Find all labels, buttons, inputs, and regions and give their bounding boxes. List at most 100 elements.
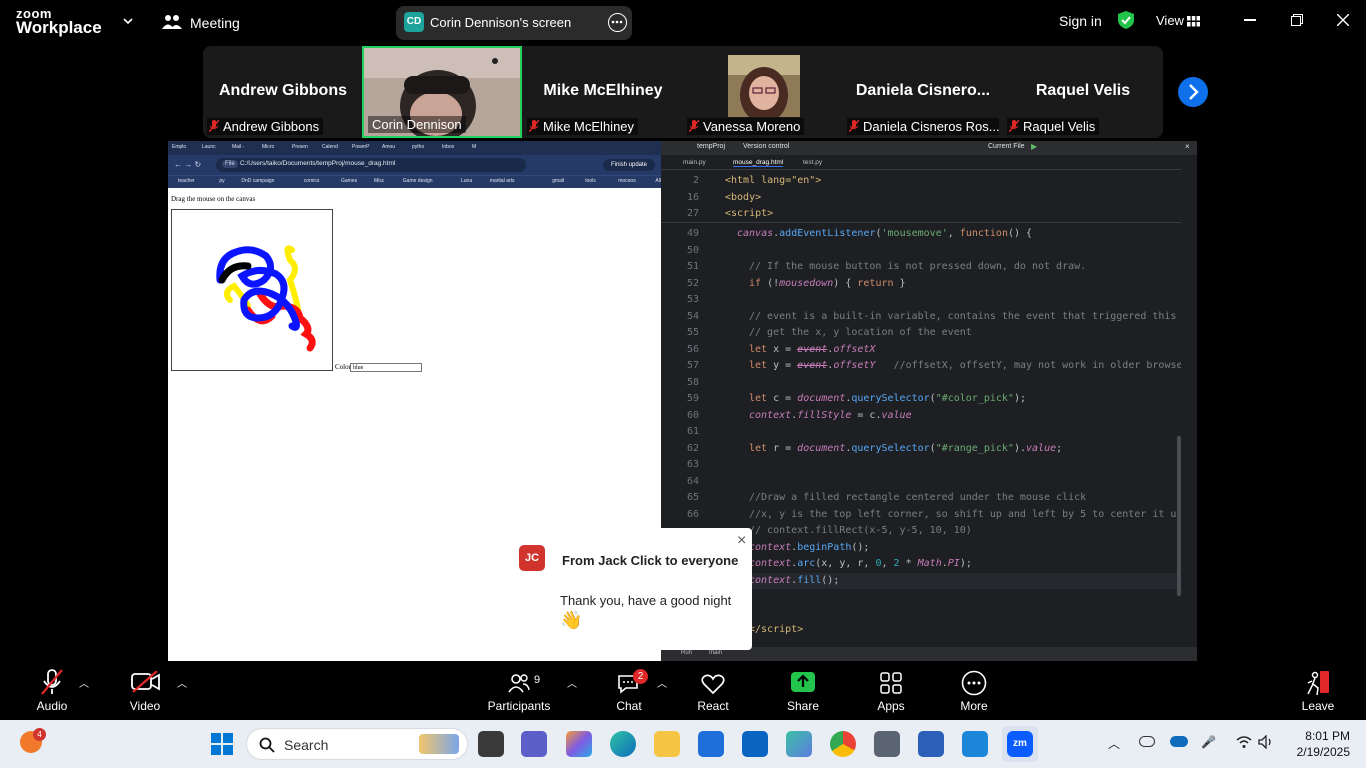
minimize-icon[interactable] (1244, 19, 1256, 21)
edge-icon[interactable] (610, 731, 636, 757)
wifi-icon[interactable] (1236, 735, 1252, 754)
editor-scrollbar[interactable] (1177, 436, 1181, 596)
editor-tab-active[interactable]: mouse_drag.html (733, 159, 784, 167)
chevron-down-icon[interactable] (122, 14, 134, 26)
volume-icon[interactable] (1258, 734, 1274, 754)
sticky-line[interactable]: <body> (725, 190, 761, 207)
participants-chevron-icon[interactable]: ︿ (567, 675, 577, 690)
calculator-icon[interactable] (874, 731, 900, 757)
bookmark-item[interactable]: gmail (552, 178, 564, 184)
browser-tab[interactable]: Mail - (232, 144, 244, 150)
bookmark-item[interactable]: mocoos (618, 178, 636, 184)
close-icon[interactable] (1336, 13, 1350, 27)
chrome-icon[interactable] (830, 731, 856, 757)
bookmark-item[interactable]: teacher (178, 178, 195, 184)
meeting-info-icon[interactable] (162, 13, 182, 31)
copilot-icon[interactable] (566, 731, 592, 757)
browser-tab[interactable]: Presen (292, 144, 308, 150)
onedrive-icon[interactable] (1170, 736, 1188, 747)
view-button[interactable]: View (1156, 13, 1184, 28)
grid-view-icon[interactable] (1187, 14, 1201, 27)
browser-tab[interactable]: Micro (262, 144, 274, 150)
video-button[interactable]: Video (117, 661, 173, 720)
editor-tab[interactable]: main.py (683, 159, 706, 166)
vscode-icon[interactable] (962, 731, 988, 757)
bookmark-item[interactable]: Games (341, 178, 357, 184)
onedrive-personal-icon[interactable] (1139, 736, 1155, 747)
browser-tab[interactable]: Amou (382, 144, 395, 150)
bookmark-item[interactable]: DnD campaign (241, 178, 274, 184)
drawing-canvas[interactable] (171, 209, 333, 371)
more-options-icon[interactable] (608, 13, 627, 32)
bookmark-item[interactable]: tools (585, 178, 596, 184)
leave-button[interactable]: Leave (1295, 661, 1341, 720)
editor-tab[interactable]: test.py (803, 159, 822, 166)
windows-start-icon[interactable] (211, 733, 233, 760)
apps-button[interactable]: Apps (868, 661, 914, 720)
store-icon[interactable] (698, 731, 724, 757)
microsoft-365-icon[interactable] (786, 731, 812, 757)
restore-icon[interactable] (1291, 13, 1303, 26)
ide-run-config[interactable]: Current File (988, 143, 1025, 150)
video-options-chevron-icon[interactable]: ︿ (177, 675, 187, 690)
more-icon (961, 670, 987, 696)
bookmark-item[interactable]: martial arts (490, 178, 515, 184)
teams-icon[interactable] (521, 731, 547, 757)
chat-notification[interactable]: JC From Jack Click to everyone × Thank y… (502, 528, 752, 650)
clock-date[interactable]: 2/19/2025 (1284, 745, 1350, 759)
audio-options-chevron-icon[interactable]: ︿ (79, 675, 89, 690)
browser-tab[interactable]: pytho (412, 144, 424, 150)
clock-time[interactable]: 8:01 PM (1298, 729, 1350, 743)
chat-button[interactable]: 2 Chat (604, 661, 654, 720)
word-icon[interactable] (918, 731, 944, 757)
taskbar-search-box[interactable]: Search (246, 728, 468, 760)
run-tool-tab[interactable]: Run (681, 650, 692, 656)
meeting-label[interactable]: Meeting (190, 15, 240, 31)
browser-tab[interactable]: PowerP (352, 144, 370, 150)
task-view-icon[interactable] (478, 731, 504, 757)
bookmark-item[interactable]: Misc (374, 178, 384, 184)
browser-tab[interactable]: M (472, 144, 476, 150)
close-notification-icon[interactable]: × (737, 532, 746, 550)
ide-close-icon[interactable]: × (1185, 142, 1190, 151)
sticky-line[interactable]: <script> (725, 206, 773, 223)
participant-tile-active[interactable]: Corin Dennison (362, 46, 522, 138)
run-icon[interactable]: ▶ (1031, 142, 1037, 151)
bookmark-item[interactable]: py (219, 178, 224, 184)
back-forward-icons[interactable]: ← → ↻ (174, 160, 201, 169)
browser-tab[interactable]: Inbox (442, 144, 454, 150)
participant-tile[interactable]: Vanessa Moreno (683, 46, 843, 138)
participant-tile[interactable]: Raquel Velis Raquel Velis (1003, 46, 1163, 138)
address-text: C:/Users/taiko/Documents/tempProj/mouse_… (240, 160, 396, 167)
shield-check-icon[interactable] (1117, 10, 1135, 30)
sticky-line[interactable]: <html lang="en"> (725, 173, 821, 190)
participant-tile[interactable]: Daniela Cisnero... Daniela Cisneros Ros.… (843, 46, 1003, 138)
bookmark-item[interactable]: Game design (403, 178, 433, 184)
participant-tile[interactable]: Mike McElhiney Mike McElhiney (523, 46, 683, 138)
address-bar[interactable]: File C:/Users/taiko/Documents/tempProj/m… (216, 158, 526, 172)
show-hidden-icons-chevron-icon[interactable]: ︿ (1108, 735, 1120, 752)
participants-button[interactable]: 9 Participants (484, 661, 554, 720)
color-input[interactable]: blue (350, 363, 422, 372)
ide-project-name[interactable]: tempProj (697, 143, 725, 150)
branch-label[interactable]: main (709, 650, 722, 656)
bookmark-item[interactable]: comics (304, 178, 320, 184)
audio-button[interactable]: Audio (24, 661, 80, 720)
more-button[interactable]: More (951, 661, 997, 720)
browser-tab[interactable]: Calend (322, 144, 338, 150)
outlook-icon[interactable] (742, 731, 768, 757)
participant-tile[interactable]: Andrew Gibbons Andrew Gibbons (203, 46, 363, 138)
browser-tab[interactable]: Launc (202, 144, 216, 150)
next-page-button[interactable] (1178, 77, 1208, 107)
bookmark-item[interactable]: Luna (461, 178, 472, 184)
mic-in-use-icon[interactable]: 🎤 (1201, 735, 1216, 749)
share-screen-button[interactable]: Share (780, 661, 826, 720)
browser-tab[interactable]: Emplo (172, 144, 186, 150)
sign-in-link[interactable]: Sign in (1059, 13, 1102, 29)
react-button[interactable]: React (690, 661, 736, 720)
finish-update-button[interactable]: Finish update (603, 159, 655, 171)
file-explorer-icon[interactable] (654, 731, 680, 757)
zoom-taskbar-active[interactable]: zm (1002, 726, 1038, 762)
chat-chevron-icon[interactable]: ︿ (657, 675, 667, 690)
ide-vcs-menu[interactable]: Version control (743, 143, 789, 150)
